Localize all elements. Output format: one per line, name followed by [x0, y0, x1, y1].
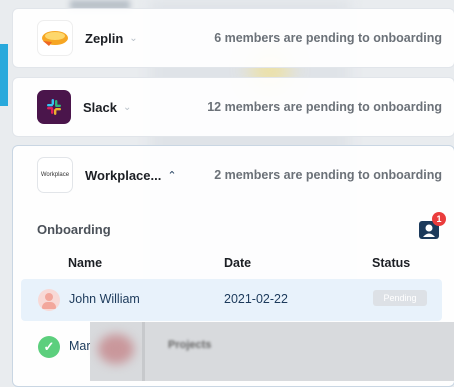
table-row[interactable]: John William 2021-02-22 Pending [21, 279, 442, 321]
projects-title: Projects [168, 339, 212, 351]
app-name: Workplace... [85, 167, 162, 183]
chevron-up-icon[interactable]: ⌃ [167, 169, 176, 182]
column-header-name: Name [68, 256, 103, 270]
avatar [38, 289, 60, 311]
app-name: Zeplin [85, 30, 124, 46]
pending-text: 6 members are pending to onboarding [214, 31, 442, 45]
chevron-down-icon[interactable]: ⌄ [129, 33, 137, 44]
workplace-logo-icon: Workplace [37, 157, 73, 193]
pending-text: 12 members are pending to onboarding [207, 100, 442, 114]
chevron-down-icon[interactable]: ⌄ [123, 102, 131, 113]
pending-text: 2 members are pending to onboarding [214, 168, 442, 182]
slack-logo-icon [37, 90, 71, 124]
notification-badge: 1 [432, 212, 446, 226]
projects-popup[interactable]: Projects [90, 322, 454, 381]
project-thumbnail [98, 334, 134, 364]
app-card-slack[interactable]: Slack ⌄ 12 members are pending to onboar… [12, 77, 454, 137]
onboarding-title: Onboarding [37, 222, 111, 237]
column-header-status: Status [372, 256, 411, 270]
column-header-date: Date [224, 256, 252, 270]
checkmark-icon: ✓ [38, 336, 60, 358]
member-date: 2021-02-22 [224, 292, 288, 306]
member-name: Mar [69, 339, 91, 353]
zeplin-logo-icon [37, 20, 73, 56]
member-name: John William [69, 292, 140, 306]
app-name: Slack [83, 99, 117, 115]
table-header: Name Date Status [13, 256, 454, 276]
status-badge: Pending [373, 290, 427, 306]
app-card-zeplin[interactable]: Zeplin ⌄ 6 members are pending to onboar… [12, 8, 454, 68]
